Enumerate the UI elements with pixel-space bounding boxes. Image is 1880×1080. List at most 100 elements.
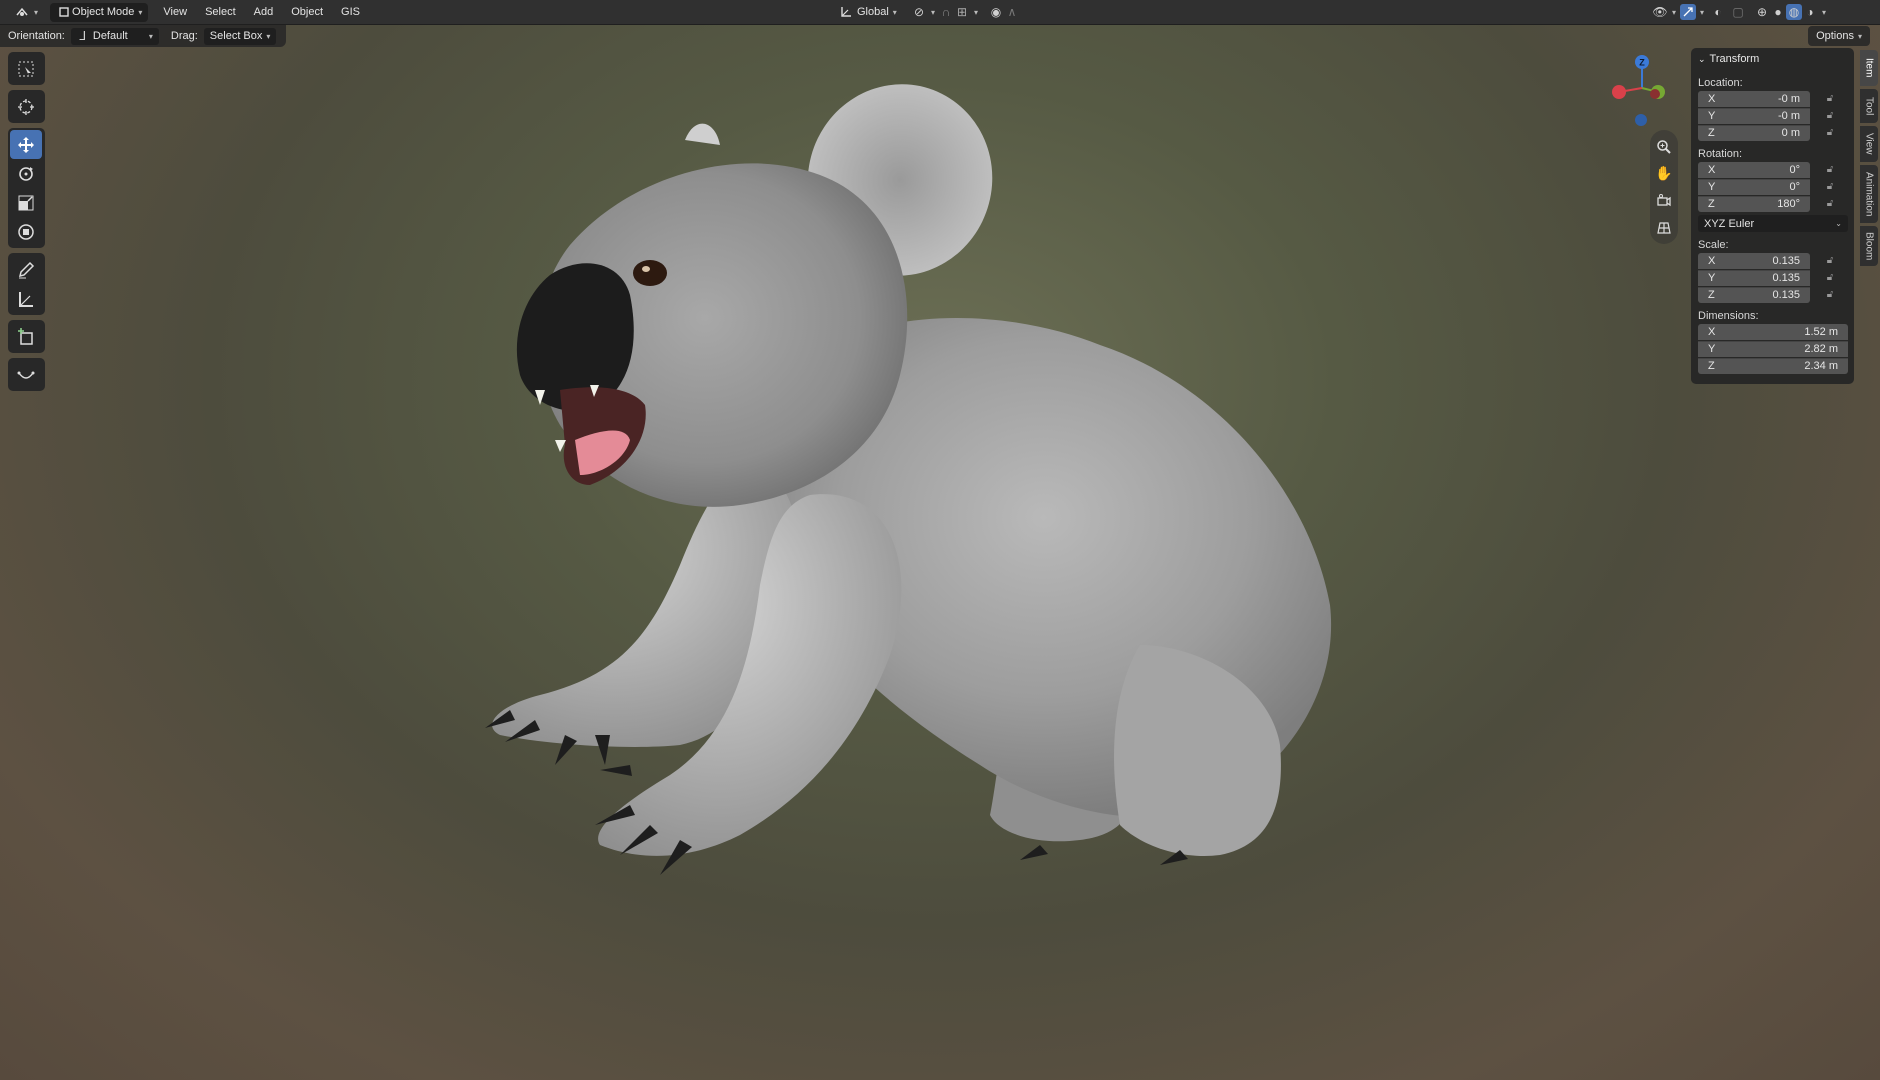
axis-label: Z [1708, 289, 1715, 301]
move-tool[interactable] [10, 130, 42, 159]
field-value: 0 m [1781, 127, 1800, 139]
proportional-edit-toggle[interactable]: ◉ ∧ [982, 3, 1026, 22]
navigation-gizmo[interactable]: Z [1605, 50, 1680, 130]
axis-label: Y [1708, 343, 1716, 355]
neg-z-axis-handle[interactable] [1635, 114, 1647, 126]
mode-dropdown[interactable]: Object Mode ▾ [50, 2, 149, 22]
material-preview-icon[interactable]: ◍ [1786, 4, 1803, 20]
koala-model[interactable] [480, 45, 1360, 1035]
transform-orientation-dropdown[interactable]: Global ▾ [832, 3, 903, 22]
lock-icon[interactable]: 🔓︎ [1822, 272, 1838, 283]
tab-bloom[interactable]: Bloom [1860, 226, 1878, 266]
tool-group-select [8, 52, 45, 85]
options-dropdown[interactable]: Options ▾ [1808, 26, 1870, 46]
drag-dropdown[interactable]: Select Box ▾ [203, 27, 277, 45]
chevron-down-icon[interactable]: ▾ [1672, 8, 1676, 17]
zoom-button[interactable] [1650, 133, 1678, 160]
chevron-down-icon: ▾ [34, 7, 39, 17]
gizmo-toggle-icon[interactable] [1680, 4, 1697, 20]
rotation-y-field[interactable]: Y 0° [1698, 178, 1810, 195]
axis-label: Y [1708, 110, 1716, 122]
perspective-toggle-button[interactable] [1650, 214, 1678, 241]
menu-view[interactable]: View [154, 3, 196, 22]
transform-panel-header[interactable]: ⌄ Transform [1691, 48, 1854, 70]
annotate-tool[interactable] [10, 255, 42, 284]
lock-icon[interactable]: 🔓︎ [1822, 164, 1838, 175]
chevron-down-icon[interactable]: ▾ [1700, 8, 1704, 17]
field-value: -0 m [1778, 110, 1800, 122]
rotation-x-field[interactable]: X 0° [1698, 161, 1810, 178]
camera-icon [1657, 193, 1671, 206]
add-cube-tool[interactable] [10, 322, 42, 351]
location-z-field[interactable]: Z 0 m [1698, 124, 1810, 141]
field-value: 2.82 m [1804, 343, 1838, 355]
chevron-down-icon[interactable]: ▾ [1822, 8, 1826, 17]
location-y-field[interactable]: Y -0 m [1698, 107, 1810, 124]
location-x-row: X -0 m 🔓︎ [1698, 90, 1854, 107]
draw-curve-tool[interactable] [10, 360, 42, 389]
proportional-edit-icon: ◉ [990, 5, 1002, 19]
cursor-icon [18, 98, 34, 115]
measure-tool[interactable] [10, 284, 42, 313]
editor-type-dropdown[interactable]: ▾ [8, 3, 44, 22]
sidebar-tabs: Item Tool View Animation Bloom [1860, 50, 1878, 269]
menu-gis[interactable]: GIS [332, 3, 369, 22]
z-axis-label: Z [1639, 58, 1645, 68]
dimensions-z-field[interactable]: Z 2.34 m [1698, 357, 1848, 374]
rotation-z-field[interactable]: Z 180° [1698, 195, 1810, 212]
move-icon [18, 136, 34, 153]
options-label: Options [1816, 30, 1854, 42]
scale-x-field[interactable]: X 0.135 [1698, 252, 1810, 269]
menu-add[interactable]: Add [245, 3, 283, 22]
visibility-icon[interactable]: 👁 [1652, 4, 1668, 20]
solid-shading-icon[interactable]: ● [1770, 4, 1786, 20]
lock-icon[interactable]: 🔓︎ [1822, 255, 1838, 266]
orientation-icon [838, 4, 854, 20]
x-axis-handle[interactable] [1612, 85, 1626, 99]
tab-animation[interactable]: Animation [1860, 165, 1878, 223]
orientation-setting-dropdown[interactable]: ⅃ Default ▾ [70, 27, 159, 45]
falloff-icon: ∧ [1007, 5, 1017, 19]
xray-icon[interactable]: ▢ [1730, 4, 1746, 20]
select-box-tool[interactable] [10, 54, 42, 83]
scale-z-field[interactable]: Z 0.135 [1698, 286, 1810, 303]
rendered-shading-icon[interactable]: ◑ [1802, 4, 1818, 20]
lock-icon[interactable]: 🔓︎ [1822, 289, 1838, 300]
axis-icon: ⅃ [79, 29, 87, 43]
rotate-tool[interactable] [10, 159, 42, 188]
scale-y-field[interactable]: Y 0.135 [1698, 269, 1810, 286]
select-box-icon [18, 61, 34, 76]
overlays-icon[interactable]: ◐ [1710, 4, 1726, 20]
dimensions-y-field[interactable]: Y 2.82 m [1698, 340, 1848, 357]
neg-x-axis-handle[interactable] [1650, 89, 1660, 99]
field-value: 0.135 [1772, 272, 1800, 284]
menu-object[interactable]: Object [282, 3, 332, 22]
lock-icon[interactable]: 🔓︎ [1822, 181, 1838, 192]
lock-icon[interactable]: 🔓︎ [1822, 198, 1838, 209]
3d-viewport[interactable]: ▾ Object Mode ▾ View Select Add Object G… [0, 0, 1880, 1080]
camera-view-button[interactable] [1650, 187, 1678, 214]
dimensions-x-field[interactable]: X 1.52 m [1698, 323, 1848, 340]
location-x-field[interactable]: X -0 m [1698, 90, 1810, 107]
lock-icon[interactable]: 🔓︎ [1822, 127, 1838, 138]
field-value: 1.52 m [1804, 325, 1838, 338]
tab-tool[interactable]: Tool [1860, 89, 1878, 123]
lock-icon[interactable]: 🔓︎ [1822, 93, 1838, 104]
dimensions-label: Dimensions: [1698, 310, 1759, 322]
rotation-mode-dropdown[interactable]: XYZ Euler ⌄ [1698, 215, 1848, 232]
cursor-tool[interactable] [10, 92, 42, 121]
wireframe-shading-icon[interactable]: ⊕ [1754, 4, 1770, 20]
axis-label: Z [1708, 360, 1715, 372]
pan-button[interactable]: ✋ [1650, 160, 1678, 187]
scale-tool[interactable] [10, 188, 42, 217]
lock-icon[interactable]: 🔓︎ [1822, 110, 1838, 121]
menu-select[interactable]: Select [196, 3, 245, 22]
scale-z-row: Z 0.135 🔓︎ [1698, 286, 1854, 303]
tab-item[interactable]: Item [1860, 50, 1878, 86]
tab-view[interactable]: View [1860, 126, 1878, 162]
axis-label: X [1708, 325, 1716, 338]
transform-tool[interactable] [10, 217, 42, 246]
add-cube-icon [18, 327, 33, 345]
snap-toggle[interactable]: ∩ ⊞ ▾ [932, 3, 984, 22]
field-value: 0° [1789, 163, 1800, 176]
